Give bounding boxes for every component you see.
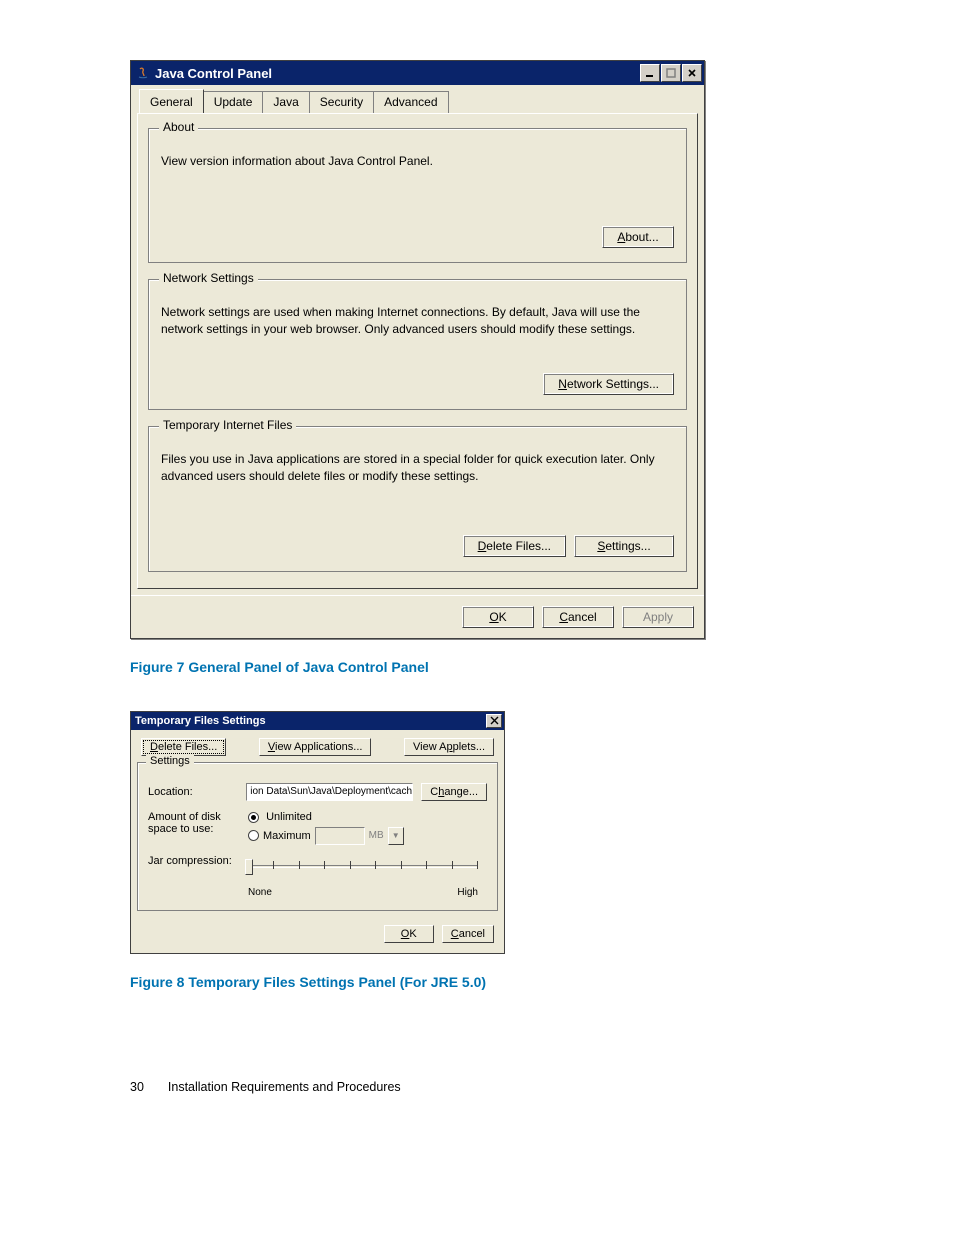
figure-7-caption: Figure 7 General Panel of Java Control P… bbox=[130, 659, 824, 675]
amount-label: Amount of diskspace to use: bbox=[148, 811, 248, 835]
settings-group: Settings Location: ion Data\Sun\Java\Dep… bbox=[137, 762, 498, 911]
titlebar: Java Control Panel bbox=[131, 61, 704, 85]
settings-button[interactable]: Settings... bbox=[574, 535, 674, 557]
close-button-2[interactable] bbox=[486, 714, 502, 728]
window-title-2: Temporary Files Settings bbox=[135, 715, 486, 727]
network-settings-button[interactable]: Network Settings... bbox=[543, 373, 674, 395]
settings-legend: Settings bbox=[146, 755, 194, 767]
ok-button[interactable]: OK bbox=[462, 606, 534, 628]
section-title: Installation Requirements and Procedures bbox=[168, 1080, 401, 1094]
cancel-button[interactable]: Cancel bbox=[542, 606, 614, 628]
figure-8-caption: Figure 8 Temporary Files Settings Panel … bbox=[130, 974, 824, 990]
mb-unit-dropdown[interactable]: ▼ bbox=[388, 827, 404, 845]
network-legend: Network Settings bbox=[159, 271, 258, 285]
page: Java Control Panel General Update Java S… bbox=[0, 0, 954, 1174]
location-row: Location: ion Data\Sun\Java\Deployment\c… bbox=[148, 783, 487, 801]
tab-content: About View version information about Jav… bbox=[137, 113, 698, 589]
unlimited-radio[interactable] bbox=[248, 812, 259, 823]
jar-slider-wrap: None High bbox=[248, 855, 478, 898]
tab-update[interactable]: Update bbox=[203, 91, 264, 113]
slider-high-label: High bbox=[457, 887, 478, 898]
minimize-button[interactable] bbox=[640, 64, 660, 82]
page-number: 30 bbox=[130, 1080, 144, 1094]
network-text: Network settings are used when making In… bbox=[161, 304, 674, 338]
tab-general[interactable]: General bbox=[139, 89, 204, 113]
slider-none-label: None bbox=[248, 887, 272, 898]
tab-security[interactable]: Security bbox=[309, 91, 374, 113]
tab-advanced[interactable]: Advanced bbox=[373, 91, 448, 113]
page-footer: 30 Installation Requirements and Procedu… bbox=[130, 1080, 824, 1094]
about-legend: About bbox=[159, 120, 198, 134]
temp-files-group: Temporary Internet Files Files you use i… bbox=[148, 426, 687, 572]
location-field[interactable]: ion Data\Sun\Java\Deployment\cache bbox=[246, 783, 413, 801]
maximize-button[interactable] bbox=[661, 64, 681, 82]
amount-options: Unlimited Maximum MB ▼ bbox=[248, 811, 404, 845]
change-button[interactable]: Change... bbox=[421, 783, 487, 801]
slider-thumb[interactable] bbox=[245, 859, 253, 875]
temp-text: Files you use in Java applications are s… bbox=[161, 451, 674, 485]
about-group: About View version information about Jav… bbox=[148, 128, 687, 263]
java-icon bbox=[135, 65, 151, 81]
unlimited-label: Unlimited bbox=[266, 811, 312, 823]
network-group: Network Settings Network settings are us… bbox=[148, 279, 687, 411]
view-applets-button[interactable]: View Applets... bbox=[404, 738, 494, 756]
maximum-value-field[interactable] bbox=[315, 827, 365, 845]
apply-button[interactable]: Apply bbox=[622, 606, 694, 628]
temp-files-settings-window: Temporary Files Settings Delete Files...… bbox=[130, 711, 505, 954]
slider-labels: None High bbox=[248, 887, 478, 898]
maximum-label: Maximum bbox=[263, 830, 311, 842]
view-applications-button[interactable]: View Applications... bbox=[259, 738, 372, 756]
about-button[interactable]: About... bbox=[602, 226, 674, 248]
tab-java[interactable]: Java bbox=[262, 91, 309, 113]
temp-legend: Temporary Internet Files bbox=[159, 418, 296, 432]
ok-button-2[interactable]: OK bbox=[384, 925, 434, 943]
cancel-button-2[interactable]: Cancel bbox=[442, 925, 494, 943]
tabs: General Update Java Security Advanced bbox=[131, 85, 704, 113]
jar-row: Jar compression: None High bbox=[148, 855, 487, 898]
amount-row: Amount of diskspace to use: Unlimited Ma… bbox=[148, 811, 487, 845]
location-label: Location: bbox=[148, 786, 246, 798]
delete-files-button[interactable]: Delete Files... bbox=[463, 535, 566, 557]
dialog-buttons-2: OK Cancel bbox=[131, 917, 504, 953]
close-button[interactable] bbox=[682, 64, 702, 82]
about-text: View version information about Java Cont… bbox=[161, 153, 674, 170]
jar-slider[interactable] bbox=[248, 859, 478, 887]
delete-files-button-2[interactable]: Delete Files... bbox=[141, 738, 226, 756]
mb-unit: MB bbox=[369, 830, 384, 841]
window-title: Java Control Panel bbox=[155, 66, 640, 81]
dialog-buttons: OK Cancel Apply bbox=[131, 595, 704, 638]
java-control-panel-window: Java Control Panel General Update Java S… bbox=[130, 60, 705, 639]
titlebar-2: Temporary Files Settings bbox=[131, 712, 504, 730]
maximum-radio[interactable] bbox=[248, 830, 259, 841]
jar-label: Jar compression: bbox=[148, 855, 248, 867]
